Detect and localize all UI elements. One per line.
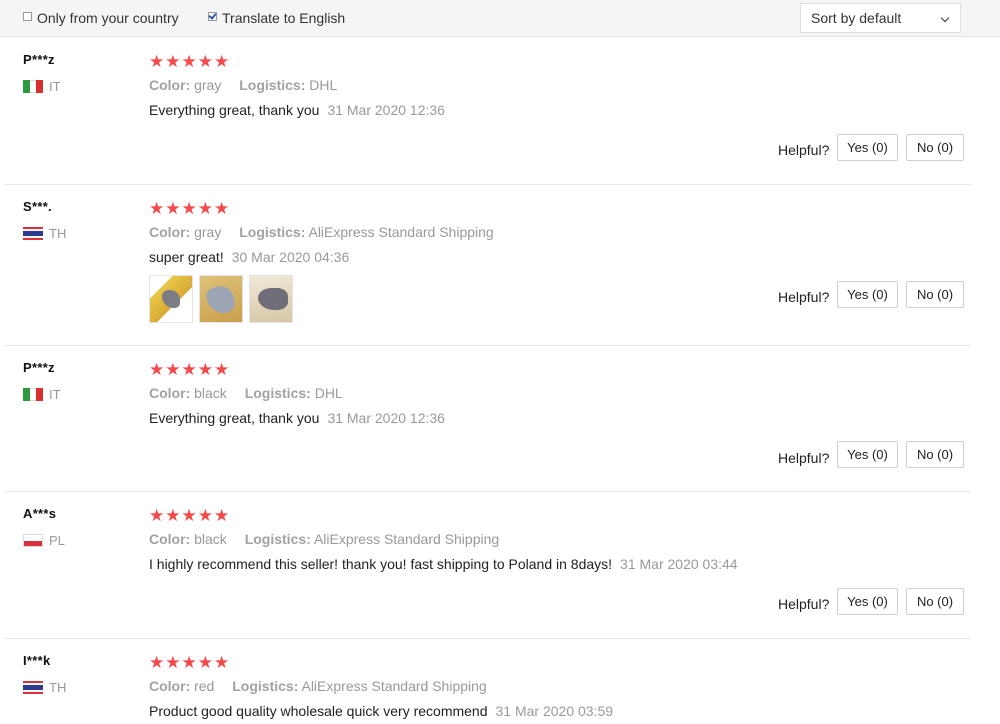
only-country-label: Only from your country [37,10,179,26]
review-date: 30 Mar 2020 04:36 [231,249,350,265]
thailand-flag-icon [23,227,43,240]
reviewer-country: TH [23,226,66,241]
color-value: gray [194,77,222,93]
translate-filter[interactable]: Translate to English [208,10,345,26]
review-text: Everything great, thank you 31 Mar 2020 1… [149,410,445,426]
only-country-checkbox[interactable] [23,11,32,21]
helpful-no-button[interactable]: No (0) [906,588,964,615]
star-rating: ★★★★★ [149,506,231,525]
review-date: 31 Mar 2020 12:36 [327,410,445,426]
review-date: 31 Mar 2020 03:59 [495,703,614,719]
reviewer-country: IT [23,79,61,94]
review-divider [4,491,971,492]
review-photo-thumbnail[interactable] [149,275,193,323]
italy-flag-icon [23,388,44,401]
review-body: Product good quality wholesale quick ver… [149,703,488,719]
country-code: TH [49,226,67,241]
logistics-value: DHL [314,385,343,401]
reviewer-name: P***z [23,360,55,375]
review-text: I highly recommend this seller! thank yo… [149,556,738,572]
review-photo-thumbnail[interactable] [249,275,293,323]
star-rating: ★★★★★ [149,52,231,71]
sort-selected: Sort by default [811,10,902,26]
color-value: black [194,385,227,401]
only-country-filter[interactable]: Only from your country [23,10,179,26]
helpful-label: Helpful? [778,450,830,466]
helpful-no-button[interactable]: No (0) [906,441,964,468]
color-label: Color: [149,77,191,93]
color-label: Color: [149,678,191,694]
country-code: TH [49,680,67,695]
color-label: Color: [149,385,191,401]
review-photo-thumbnail[interactable] [199,275,243,323]
review-list: P***z IT ★★★★★ Color: gray Logistics: DH… [0,37,1000,724]
helpful-label: Helpful? [778,596,830,612]
review-text: Everything great, thank you 31 Mar 2020 1… [149,102,445,118]
review-meta: Color: gray Logistics: AliExpress Standa… [149,224,494,240]
translate-label: Translate to English [222,10,346,26]
reviewer-name: I***k [23,653,51,668]
helpful-label: Helpful? [778,289,830,305]
helpful-yes-button[interactable]: Yes (0) [837,281,898,308]
review-meta: Color: gray Logistics: DHL [149,77,337,93]
logistics-value: AliExpress Standard Shipping [313,531,500,547]
review-photos [149,275,293,323]
helpful-label: Helpful? [778,142,830,158]
review-date: 31 Mar 2020 03:44 [620,556,738,572]
country-code: IT [49,387,61,402]
review-text: Product good quality wholesale quick ver… [149,703,613,719]
review-divider [4,345,971,346]
color-value: gray [194,224,222,240]
helpful-no-button[interactable]: No (0) [906,281,964,308]
helpful-yes-button[interactable]: Yes (0) [837,441,898,468]
color-value: red [194,678,215,694]
helpful-yes-button[interactable]: Yes (0) [837,134,898,161]
logistics-value: DHL [309,77,338,93]
logistics-label: Logistics: [239,77,306,93]
chevron-down-icon [940,13,950,23]
logistics-label: Logistics: [244,385,311,401]
helpful-yes-button[interactable]: Yes (0) [837,588,898,615]
reviewer-country: PL [23,533,65,548]
star-rating: ★★★★★ [149,199,231,218]
reviewer-country: IT [23,387,61,402]
star-rating: ★★★★★ [149,360,231,379]
review-divider [4,184,971,185]
review-body: I highly recommend this seller! thank yo… [149,556,613,572]
reviewer-country: TH [23,680,66,695]
review-divider [4,638,971,639]
review-date: 31 Mar 2020 12:36 [327,102,445,118]
review-meta: Color: black Logistics: AliExpress Stand… [149,531,499,547]
country-code: IT [49,79,61,94]
sort-dropdown[interactable]: Sort by default [800,3,961,33]
review-meta: Color: black Logistics: DHL [149,385,343,401]
reviewer-name: A***s [23,506,57,521]
star-rating: ★★★★★ [149,653,231,672]
logistics-label: Logistics: [244,531,311,547]
review-text: super great! 30 Mar 2020 04:36 [149,249,349,265]
logistics-value: AliExpress Standard Shipping [301,678,487,694]
color-label: Color: [149,531,191,547]
review-meta: Color: red Logistics: AliExpress Standar… [149,678,487,694]
reviewer-name: P***z [23,52,55,67]
logistics-label: Logistics: [239,224,306,240]
country-code: PL [49,533,65,548]
poland-flag-icon [23,534,43,547]
color-value: black [194,531,227,547]
logistics-label: Logistics: [232,678,299,694]
thailand-flag-icon [23,681,43,694]
filter-bar: Only from your country Translate to Engl… [0,0,1000,37]
review-body: super great! [149,249,224,265]
review-body: Everything great, thank you [149,410,320,426]
logistics-value: AliExpress Standard Shipping [308,224,494,240]
helpful-no-button[interactable]: No (0) [906,134,964,161]
translate-checkbox[interactable] [208,11,217,21]
color-label: Color: [149,224,191,240]
reviewer-name: S***. [23,199,52,214]
italy-flag-icon [23,80,44,93]
review-body: Everything great, thank you [149,102,320,118]
